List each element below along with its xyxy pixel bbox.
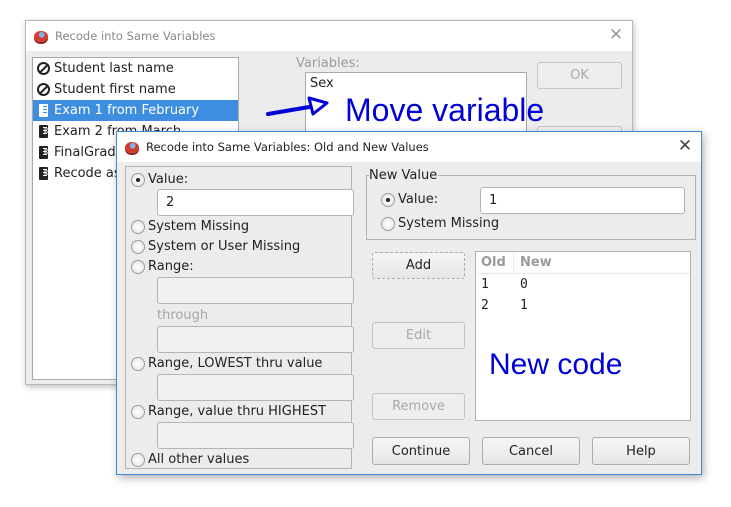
main-close-button[interactable]: ✕ [608, 27, 624, 44]
new-cell: 0 [520, 277, 528, 292]
variable-name: Student last name [54, 61, 174, 76]
new-value-label: Value: [398, 192, 439, 207]
variable-item[interactable]: Student first name [33, 79, 238, 100]
new-value-legend: New Value [369, 168, 439, 183]
annotation-arrow-icon [266, 96, 329, 116]
new-value-radio[interactable]: Value: [381, 192, 438, 207]
old-system-missing-label: System Missing [148, 219, 250, 234]
radio-unchecked-icon[interactable] [131, 452, 145, 467]
new-value-input[interactable]: 1 [480, 187, 685, 214]
radio-unchecked-icon[interactable] [131, 356, 145, 371]
range-lowest-input[interactable] [157, 374, 354, 401]
selected-variable-item[interactable]: Sex [310, 76, 522, 91]
new-system-missing-label: System Missing [398, 216, 500, 231]
system-or-user-missing-label: System or User Missing [148, 239, 301, 254]
old-value-radio[interactable]: Value: [131, 172, 188, 187]
old-cell: 1 [481, 277, 489, 292]
variable-name: FinalGrade [54, 145, 124, 160]
radio-unchecked-icon[interactable] [381, 216, 395, 231]
cancel-button[interactable]: Cancel [482, 437, 580, 465]
range-lowest-radio[interactable]: Range, LOWEST thru value [131, 356, 322, 371]
new-cell: 1 [520, 298, 528, 313]
old-new-mapping-table[interactable]: Old New 1 0 2 1 [475, 251, 691, 421]
main-titlebar: Recode into Same Variables ✕ [26, 21, 632, 51]
annotation-new-code: New code [489, 348, 623, 381]
variable-name: Exam 1 from February [54, 103, 200, 118]
add-button[interactable]: Add [372, 252, 465, 279]
radio-unchecked-icon[interactable] [131, 239, 145, 254]
variable-name: Recode as [54, 166, 121, 181]
old-value-input[interactable]: 2 [157, 189, 354, 216]
variables-label: Variables: [296, 56, 360, 71]
variable-item[interactable]: Student last name [33, 58, 238, 79]
recode-dialog-title: Recode into Same Variables: Old and New … [146, 140, 429, 154]
table-row[interactable]: 2 1 [476, 295, 690, 316]
range-radio[interactable]: Range: [131, 259, 194, 274]
scale-icon [36, 125, 50, 139]
range-highest-input[interactable] [157, 422, 354, 449]
continue-button[interactable]: Continue [372, 437, 470, 465]
old-value-label: Value: [148, 172, 189, 187]
help-button[interactable]: Help [592, 437, 690, 465]
scale-icon [36, 146, 50, 160]
scale-icon [36, 167, 50, 181]
new-system-missing-radio[interactable]: System Missing [381, 216, 499, 231]
recode-titlebar: Recode into Same Variables: Old and New … [117, 132, 701, 162]
nominal-string-icon [36, 83, 50, 97]
all-other-values-radio[interactable]: All other values [131, 452, 249, 467]
variable-name: Student first name [54, 82, 176, 97]
pspp-app-icon [34, 30, 48, 42]
old-cell: 2 [481, 298, 489, 313]
table-row[interactable]: 1 0 [476, 274, 690, 295]
variable-item-selected[interactable]: Exam 1 from February [33, 100, 238, 121]
table-header: Old New [476, 252, 690, 274]
main-dialog-title: Recode into Same Variables [55, 29, 216, 43]
old-value-panel: Value: 2 System Missing System or User M… [125, 166, 354, 469]
radio-checked-icon[interactable] [131, 172, 145, 187]
range-from-input[interactable] [157, 277, 354, 304]
all-other-values-label: All other values [148, 452, 250, 467]
range-label: Range: [148, 259, 194, 274]
range-lowest-label: Range, LOWEST thru value [148, 356, 323, 371]
nominal-string-icon [36, 62, 50, 76]
old-new-values-dialog: Recode into Same Variables: Old and New … [116, 131, 702, 475]
range-highest-radio[interactable]: Range, value thru HIGHEST [131, 404, 326, 419]
through-label: through [157, 308, 209, 323]
radio-unchecked-icon[interactable] [131, 404, 145, 419]
range-highest-label: Range, value thru HIGHEST [148, 404, 327, 419]
remove-button[interactable]: Remove [372, 393, 465, 420]
header-old[interactable]: Old [476, 255, 513, 270]
pspp-app-icon [125, 141, 139, 153]
old-system-missing-radio[interactable]: System Missing [131, 219, 249, 234]
header-new[interactable]: New [513, 252, 552, 273]
radio-unchecked-icon[interactable] [131, 219, 145, 234]
scale-icon [36, 104, 50, 118]
radio-unchecked-icon[interactable] [131, 259, 145, 274]
annotation-move-variable: Move variable [345, 92, 545, 128]
range-to-input[interactable] [157, 326, 354, 353]
new-value-group: New Value Value: 1 System Missing [366, 168, 696, 240]
system-or-user-missing-radio[interactable]: System or User Missing [131, 239, 300, 254]
recode-close-button[interactable]: ✕ [677, 138, 693, 155]
radio-checked-icon[interactable] [381, 192, 395, 207]
edit-button[interactable]: Edit [372, 322, 465, 349]
ok-button[interactable]: OK [537, 62, 622, 89]
